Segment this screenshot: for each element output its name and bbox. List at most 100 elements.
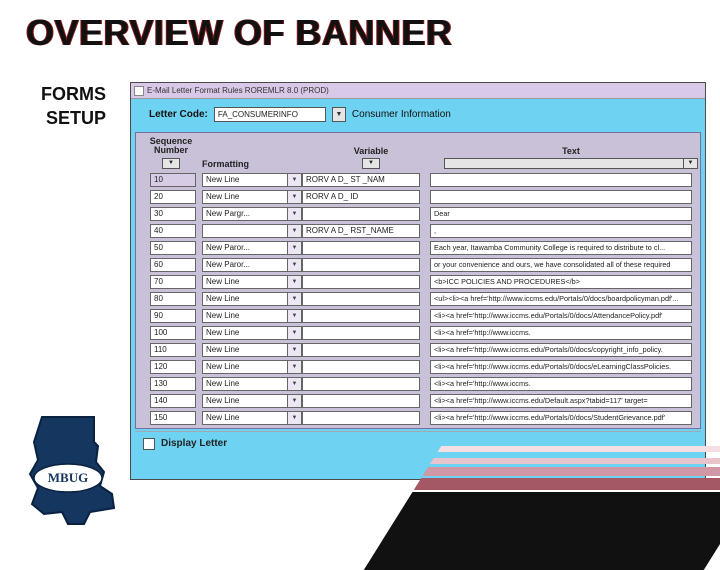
text-cell[interactable]: <li><a href='http://www.iccms. <box>430 326 692 340</box>
chevron-down-icon[interactable] <box>288 241 302 255</box>
table-row: 130 New Line <li><a href='http://www.iccms… <box>136 377 700 391</box>
formatting-select[interactable]: New Line <box>202 173 288 187</box>
chevron-down-icon[interactable] <box>288 309 302 323</box>
table-row: 40 RORV A D_ RST_NAME, <box>136 224 700 238</box>
chevron-down-icon[interactable] <box>288 173 302 187</box>
formatting-select[interactable]: New Line <box>202 292 288 306</box>
sequence-cell[interactable]: 100 <box>150 326 196 340</box>
table-row: 70 New Line <b>ICC POLICIES AND PROCEDURES… <box>136 275 700 289</box>
variable-cell[interactable] <box>302 411 420 425</box>
text-cell[interactable]: Dear <box>430 207 692 221</box>
text-cell[interactable]: <li><a href='http://www.iccms.edu/Portal… <box>430 343 692 357</box>
letter-code-description: Consumer Information <box>352 109 451 120</box>
chevron-down-icon[interactable] <box>288 224 302 238</box>
variable-cell[interactable]: RORV A D_ ID <box>302 190 420 204</box>
sequence-cell[interactable]: 90 <box>150 309 196 323</box>
text-cell[interactable]: or your convenience and ours, we have co… <box>430 258 692 272</box>
variable-cell[interactable] <box>302 377 420 391</box>
variable-cell[interactable] <box>302 275 420 289</box>
formatting-select[interactable]: New Line <box>202 275 288 289</box>
formatting-select[interactable]: New Paror... <box>202 241 288 255</box>
sequence-cell[interactable]: 20 <box>150 190 196 204</box>
text-dropdown-icon[interactable] <box>684 158 698 169</box>
sequence-cell[interactable]: 10 <box>150 173 196 187</box>
chevron-down-icon[interactable] <box>288 360 302 374</box>
table-row: 50 New Paror... Each year, Itawamba Commun… <box>136 241 700 255</box>
left-label-line2: SETUP <box>24 106 106 130</box>
variable-cell[interactable] <box>302 241 420 255</box>
table-row: 80 New Line <ul><li><a href='http://www.ic… <box>136 292 700 306</box>
sequence-dropdown-icon[interactable] <box>162 158 180 169</box>
display-letter-checkbox[interactable] <box>143 438 155 450</box>
left-label-line1: FORMS <box>24 82 106 106</box>
formatting-select[interactable]: New Line <box>202 309 288 323</box>
variable-cell[interactable]: RORV A D_ RST_NAME <box>302 224 420 238</box>
app-titlebar[interactable]: E-Mail Letter Format Rules ROREMLR 8.0 (… <box>131 83 705 99</box>
variable-cell[interactable] <box>302 258 420 272</box>
left-label: FORMS SETUP <box>24 82 106 131</box>
text-cell[interactable]: , <box>430 224 692 238</box>
sequence-cell[interactable]: 50 <box>150 241 196 255</box>
chevron-down-icon[interactable] <box>288 411 302 425</box>
text-cell[interactable]: <li><a href='http://www.iccms.edu/Portal… <box>430 309 692 323</box>
formatting-select[interactable]: New Line <box>202 343 288 357</box>
variable-cell[interactable] <box>302 343 420 357</box>
formatting-select[interactable]: New Line <box>202 377 288 391</box>
variable-dropdown-icon[interactable] <box>362 158 380 169</box>
table-row: 100 New Line <li><a href='http://www.iccms… <box>136 326 700 340</box>
variable-cell[interactable] <box>302 394 420 408</box>
text-cell[interactable]: <b>ICC POLICIES AND PROCEDURES</b> <box>430 275 692 289</box>
sequence-cell[interactable]: 40 <box>150 224 196 238</box>
grid-body: 10 New Line RORV A D_ ST _NAM 20 New Line ROR… <box>136 173 700 425</box>
sequence-cell[interactable]: 150 <box>150 411 196 425</box>
slide-title: OVERVIEW OF BANNER <box>0 0 720 56</box>
formatting-select[interactable]: New Line <box>202 326 288 340</box>
variable-cell[interactable] <box>302 207 420 221</box>
chevron-down-icon[interactable] <box>288 207 302 221</box>
chevron-down-icon[interactable] <box>288 343 302 357</box>
text-cell[interactable] <box>430 190 692 204</box>
formatting-select[interactable]: New Line <box>202 394 288 408</box>
sequence-cell[interactable]: 130 <box>150 377 196 391</box>
text-cell[interactable]: <li><a href='http://www.iccms.edu/Portal… <box>430 360 692 374</box>
chevron-down-icon[interactable] <box>288 326 302 340</box>
sequence-cell[interactable]: 70 <box>150 275 196 289</box>
table-row: 10 New Line RORV A D_ ST _NAM <box>136 173 700 187</box>
chevron-down-icon[interactable] <box>288 190 302 204</box>
display-letter-label: Display Letter <box>161 438 227 449</box>
table-row: 30 New Pargr... Dear <box>136 207 700 221</box>
text-cell[interactable]: <li><a href='http://www.iccms. <box>430 377 692 391</box>
formatting-select[interactable] <box>202 224 288 238</box>
logo-badge-text: MBUG <box>48 470 88 485</box>
formatting-select[interactable]: New Line <box>202 411 288 425</box>
text-cell[interactable]: <ul><li><a href='http://www.iccms.edu/Po… <box>430 292 692 306</box>
sequence-cell[interactable]: 110 <box>150 343 196 357</box>
formatting-select[interactable]: New Line <box>202 360 288 374</box>
formatting-select[interactable]: New Line <box>202 190 288 204</box>
chevron-down-icon[interactable] <box>288 394 302 408</box>
sequence-cell[interactable]: 60 <box>150 258 196 272</box>
text-cell[interactable] <box>430 173 692 187</box>
table-row: 60 New Paror... or your convenience and o… <box>136 258 700 272</box>
variable-cell[interactable] <box>302 360 420 374</box>
sequence-cell[interactable]: 30 <box>150 207 196 221</box>
letter-code-label: Letter Code: <box>149 109 208 120</box>
variable-cell[interactable] <box>302 309 420 323</box>
table-row: 90 New Line <li><a href='http://www.iccms.… <box>136 309 700 323</box>
column-header-text: Text <box>440 146 702 169</box>
chevron-down-icon[interactable] <box>288 292 302 306</box>
formatting-select[interactable]: New Paror... <box>202 258 288 272</box>
sequence-cell[interactable]: 120 <box>150 360 196 374</box>
variable-cell[interactable] <box>302 292 420 306</box>
sequence-cell[interactable]: 80 <box>150 292 196 306</box>
letter-code-dropdown-button[interactable] <box>332 107 346 122</box>
sequence-cell[interactable]: 140 <box>150 394 196 408</box>
formatting-select[interactable]: New Pargr... <box>202 207 288 221</box>
text-cell[interactable]: Each year, Itawamba Community College is… <box>430 241 692 255</box>
chevron-down-icon[interactable] <box>288 258 302 272</box>
chevron-down-icon[interactable] <box>288 275 302 289</box>
variable-cell[interactable] <box>302 326 420 340</box>
chevron-down-icon[interactable] <box>288 377 302 391</box>
variable-cell[interactable]: RORV A D_ ST _NAM <box>302 173 420 187</box>
letter-code-input[interactable]: FA_CONSUMERINFO <box>214 107 326 122</box>
